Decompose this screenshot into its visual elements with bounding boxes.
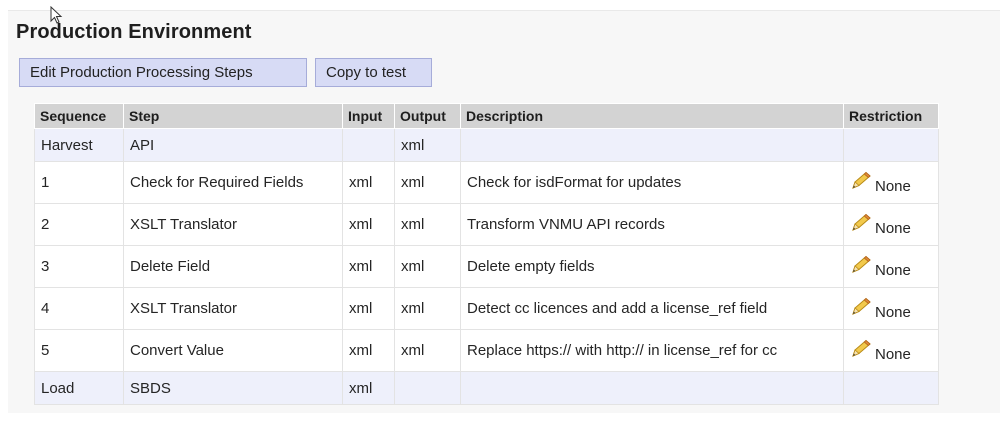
pencil-icon[interactable]: [850, 339, 872, 359]
cell-step: API: [123, 128, 343, 162]
column-header-step: Step: [123, 103, 343, 129]
cell-restriction: [843, 128, 939, 162]
restriction-value: None: [875, 261, 911, 279]
cell-output: xml: [394, 287, 461, 330]
table-row: 1 Check for Required Fields xml xml Check fo…: [34, 161, 939, 204]
table-header-row: Sequence Step Input Output Description R…: [34, 103, 939, 129]
cell-sequence: 4: [34, 287, 124, 330]
cell-sequence: Load: [34, 371, 124, 405]
restriction-value: None: [875, 345, 911, 363]
cell-sequence: Harvest: [34, 128, 124, 162]
cell-input: xml: [342, 287, 395, 330]
cell-restriction: [843, 371, 939, 405]
cell-description: Detect cc licences and add a license_ref…: [460, 287, 844, 330]
cell-description: Transform VNMU API records: [460, 203, 844, 246]
table-row: 4 XSLT Translator xml xml Detect cc licences…: [34, 287, 939, 330]
pencil-icon[interactable]: [850, 255, 872, 275]
cell-step: Delete Field: [123, 245, 343, 288]
cell-output: xml: [394, 203, 461, 246]
cell-output: xml: [394, 245, 461, 288]
processing-steps-table: Sequence Step Input Output Description R…: [34, 103, 939, 405]
cell-restriction: None: [843, 287, 939, 330]
restriction-edit-link[interactable]: None: [850, 297, 911, 321]
restriction-edit-link[interactable]: None: [850, 213, 911, 237]
cell-description: Replace https:// with http:// in license…: [460, 329, 844, 372]
cell-description: Check for isdFormat for updates: [460, 161, 844, 204]
cell-step: Check for Required Fields: [123, 161, 343, 204]
cell-description: [460, 128, 844, 162]
table-row: Load SBDS xml: [34, 371, 939, 405]
cell-sequence: 1: [34, 161, 124, 204]
column-header-description: Description: [460, 103, 844, 129]
table-row: 3 Delete Field xml xml Delete empty fields No…: [34, 245, 939, 288]
cell-sequence: 2: [34, 203, 124, 246]
cell-restriction: None: [843, 245, 939, 288]
cell-output: xml: [394, 128, 461, 162]
cell-restriction: None: [843, 203, 939, 246]
copy-to-test-button[interactable]: Copy to test: [315, 58, 432, 87]
table-row: Harvest API xml: [34, 128, 939, 162]
cell-description: [460, 371, 844, 405]
restriction-edit-link[interactable]: None: [850, 339, 911, 363]
cell-step: XSLT Translator: [123, 203, 343, 246]
cell-description: Delete empty fields: [460, 245, 844, 288]
cell-output: xml: [394, 161, 461, 204]
restriction-value: None: [875, 177, 911, 195]
restriction-value: None: [875, 303, 911, 321]
pencil-icon[interactable]: [850, 171, 872, 191]
cell-input: [342, 128, 395, 162]
cell-input: xml: [342, 371, 395, 405]
page-title: Production Environment: [16, 21, 252, 43]
pencil-icon[interactable]: [850, 297, 872, 317]
cell-step: SBDS: [123, 371, 343, 405]
column-header-sequence: Sequence: [34, 103, 124, 129]
cell-sequence: 3: [34, 245, 124, 288]
cell-output: [394, 371, 461, 405]
cell-output: xml: [394, 329, 461, 372]
column-header-input: Input: [342, 103, 395, 129]
column-header-output: Output: [394, 103, 461, 129]
restriction-value: None: [875, 219, 911, 237]
table-row: 2 XSLT Translator xml xml Transform VNMU API…: [34, 203, 939, 246]
pencil-icon[interactable]: [850, 213, 872, 233]
cell-input: xml: [342, 161, 395, 204]
cell-step: Convert Value: [123, 329, 343, 372]
cell-restriction: None: [843, 329, 939, 372]
cell-input: xml: [342, 245, 395, 288]
cell-restriction: None: [843, 161, 939, 204]
cell-step: XSLT Translator: [123, 287, 343, 330]
cell-sequence: 5: [34, 329, 124, 372]
cell-input: xml: [342, 203, 395, 246]
column-header-restriction: Restriction: [843, 103, 939, 129]
table-row: 5 Convert Value xml xml Replace https:// wit…: [34, 329, 939, 372]
edit-production-steps-button[interactable]: Edit Production Processing Steps: [19, 58, 307, 87]
restriction-edit-link[interactable]: None: [850, 171, 911, 195]
restriction-edit-link[interactable]: None: [850, 255, 911, 279]
cell-input: xml: [342, 329, 395, 372]
